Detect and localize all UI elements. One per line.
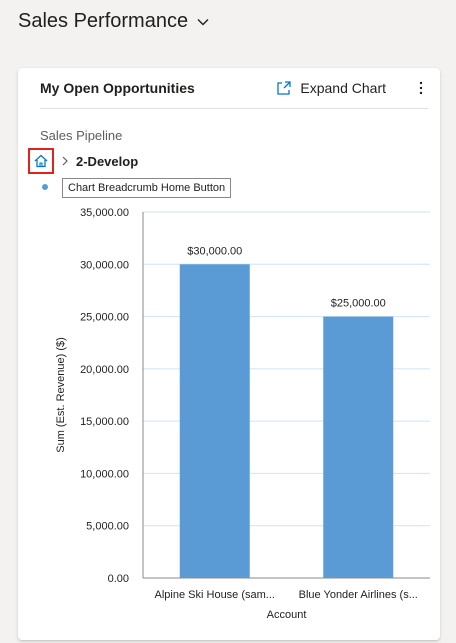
more-options-button[interactable]: [414, 81, 428, 95]
chevron-down-icon: [197, 18, 209, 25]
tooltip: Chart Breadcrumb Home Button: [62, 178, 232, 198]
data-label: $25,000.00: [331, 298, 386, 310]
y-tick-label: 5,000.00: [86, 521, 129, 533]
card-title: My Open Opportunities: [40, 80, 195, 96]
chart-card: My Open Opportunities Expand Chart Sales…: [18, 68, 440, 640]
y-tick-label: 35,000.00: [80, 207, 129, 219]
y-tick-label: 10,000.00: [80, 468, 129, 480]
x-tick-label[interactable]: Alpine Ski House (sam...: [155, 589, 275, 601]
expand-icon: [277, 81, 292, 95]
data-label: $30,000.00: [187, 245, 242, 257]
chevron-right-icon: [62, 156, 68, 166]
chart-name: Sales Pipeline: [40, 128, 123, 143]
y-tick-label: 25,000.00: [80, 312, 129, 324]
y-tick-label: 15,000.00: [80, 416, 129, 428]
breadcrumb-home-button[interactable]: [28, 148, 54, 174]
y-tick-label: 20,000.00: [80, 364, 129, 376]
x-tick-label[interactable]: Blue Yonder Airlines (s...: [299, 589, 418, 601]
chart-breadcrumb: 2-Develop: [28, 148, 138, 174]
bar-chart: 0.00 5,000.00 10,000.00 15,000.00 20,000.00 2…: [55, 207, 430, 621]
expand-chart-button[interactable]: Expand Chart: [276, 80, 386, 96]
y-axis-ticks: 0.00 5,000.00 10,000.00 15,000.00 20,000.00 2…: [80, 207, 129, 585]
more-vertical-icon: [419, 81, 423, 95]
y-axis-label: Sum (Est. Revenue) ($): [55, 337, 67, 453]
x-axis-ticks: Alpine Ski House (sam... Blue Yonder Airl…: [155, 589, 418, 601]
x-axis-label: Account: [267, 609, 307, 621]
breadcrumb-level[interactable]: 2-Develop: [76, 154, 138, 169]
chart-bars: $30,000.00 $25,000.00: [179, 245, 394, 578]
bar[interactable]: [179, 264, 250, 578]
card-header: My Open Opportunities Expand Chart: [40, 68, 428, 109]
page-title: Sales Performance: [18, 10, 189, 32]
bar[interactable]: [323, 316, 394, 578]
home-icon: [34, 154, 48, 168]
legend-marker: [42, 184, 48, 190]
y-tick-label: 0.00: [108, 573, 129, 585]
page-header[interactable]: Sales Performance: [18, 10, 210, 33]
expand-chart-label: Expand Chart: [300, 80, 386, 96]
y-tick-label: 30,000.00: [80, 259, 129, 271]
